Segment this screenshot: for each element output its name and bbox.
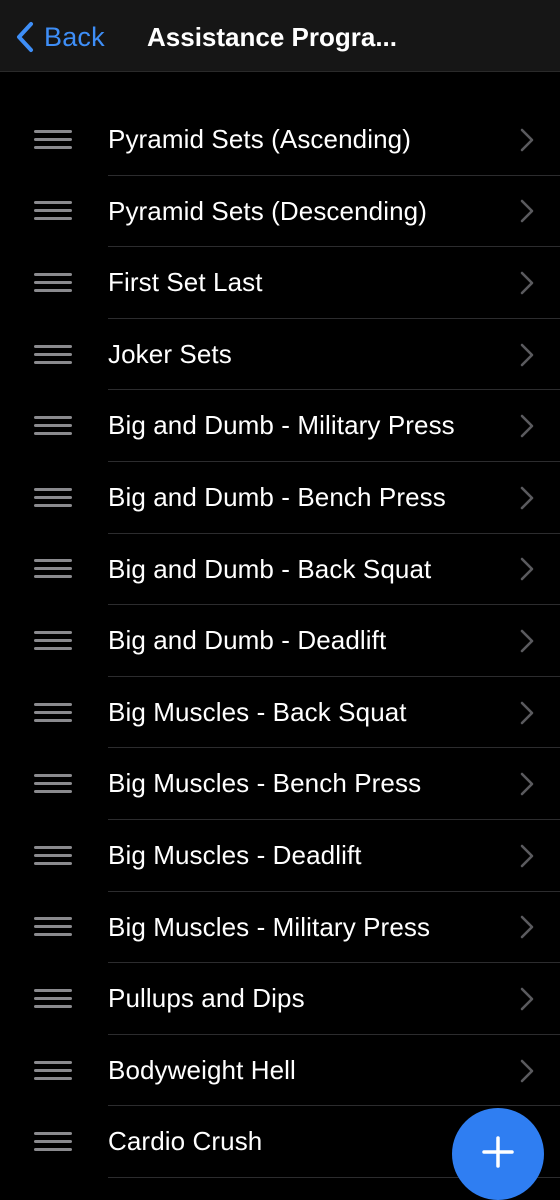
chevron-right-icon [518, 986, 536, 1012]
list-item[interactable]: Joker Sets [0, 319, 560, 391]
chevron-right-icon [518, 127, 536, 153]
drag-handle-icon[interactable] [34, 272, 74, 293]
list-item-label: Bodyweight Hell [108, 1054, 296, 1085]
list-item-label: Big and Dumb - Back Squat [108, 553, 432, 584]
assistance-program-list: Pyramid Sets (Ascending) Pyramid Sets (De… [0, 104, 560, 1178]
list-item-label: Big and Dumb - Military Press [108, 410, 455, 441]
list-item-label: Cardio Crush [108, 1126, 263, 1157]
drag-handle-icon[interactable] [34, 702, 74, 723]
list-item-label: Big Muscles - Bench Press [108, 768, 422, 799]
list-item-label: Pyramid Sets (Ascending) [108, 124, 411, 154]
drag-handle-icon[interactable] [34, 917, 74, 937]
drag-handle-icon[interactable] [34, 344, 74, 365]
page-title: Assistance Progra... [147, 22, 397, 52]
drag-handle-icon[interactable] [34, 416, 74, 436]
list-item[interactable]: Big Muscles - Military Press [0, 892, 560, 964]
list-item[interactable]: Big and Dumb - Deadlift [0, 605, 560, 677]
list-item[interactable]: Bodyweight Hell [0, 1035, 560, 1107]
list-item[interactable]: Big Muscles - Back Squat [0, 677, 560, 749]
list-item-label: Big Muscles - Military Press [108, 911, 431, 942]
chevron-right-icon [518, 1058, 536, 1084]
list-item[interactable]: First Set Last [0, 247, 560, 319]
drag-handle-icon[interactable] [34, 487, 74, 508]
list-item[interactable]: Big and Dumb - Bench Press [0, 462, 560, 534]
drag-handle-icon[interactable] [34, 1132, 74, 1152]
list-item[interactable]: Pyramid Sets (Ascending) [0, 104, 560, 176]
list-item-label: Big Muscles - Back Squat [108, 696, 407, 727]
chevron-right-icon [518, 700, 536, 726]
navigation-bar: Back Assistance Progra... [0, 0, 560, 72]
list-item-label: Big Muscles - Deadlift [108, 839, 362, 870]
drag-handle-icon[interactable] [34, 774, 74, 794]
chevron-right-icon [518, 628, 536, 654]
chevron-right-icon [518, 485, 536, 511]
add-program-button[interactable] [452, 1108, 544, 1200]
plus-icon [481, 1135, 515, 1174]
back-button-label: Back [44, 21, 105, 52]
chevron-right-icon [518, 342, 536, 368]
chevron-right-icon [518, 556, 536, 582]
list-item-label: Joker Sets [108, 338, 232, 369]
drag-handle-icon[interactable] [34, 845, 74, 866]
list-item[interactable]: Big and Dumb - Military Press [0, 390, 560, 462]
list-item-label: Pullups and Dips [108, 983, 305, 1014]
list-item[interactable]: Pullups and Dips [0, 963, 560, 1035]
chevron-right-icon [518, 270, 536, 296]
list-item-label: Pyramid Sets (Descending) [108, 195, 427, 226]
drag-handle-icon[interactable] [34, 630, 74, 651]
drag-handle-icon[interactable] [34, 1060, 74, 1081]
drag-handle-icon[interactable] [34, 988, 74, 1009]
list-item[interactable]: Big Muscles - Deadlift [0, 820, 560, 892]
list-item[interactable]: Pyramid Sets (Descending) [0, 176, 560, 248]
drag-handle-icon[interactable] [34, 201, 74, 221]
list-item[interactable]: Big Muscles - Bench Press [0, 748, 560, 820]
back-button[interactable]: Back [10, 18, 105, 56]
chevron-right-icon [518, 843, 536, 869]
chevron-right-icon [518, 413, 536, 439]
list-item-label: Big and Dumb - Deadlift [108, 625, 387, 656]
chevron-right-icon [518, 914, 536, 940]
list-item-label: First Set Last [108, 267, 263, 298]
chevron-left-icon [10, 18, 40, 56]
list-item[interactable]: Big and Dumb - Back Squat [0, 534, 560, 606]
chevron-right-icon [518, 198, 536, 224]
list-item-label: Big and Dumb - Bench Press [108, 481, 446, 512]
drag-handle-icon[interactable] [34, 129, 74, 150]
chevron-right-icon [518, 771, 536, 797]
drag-handle-icon[interactable] [34, 559, 74, 579]
